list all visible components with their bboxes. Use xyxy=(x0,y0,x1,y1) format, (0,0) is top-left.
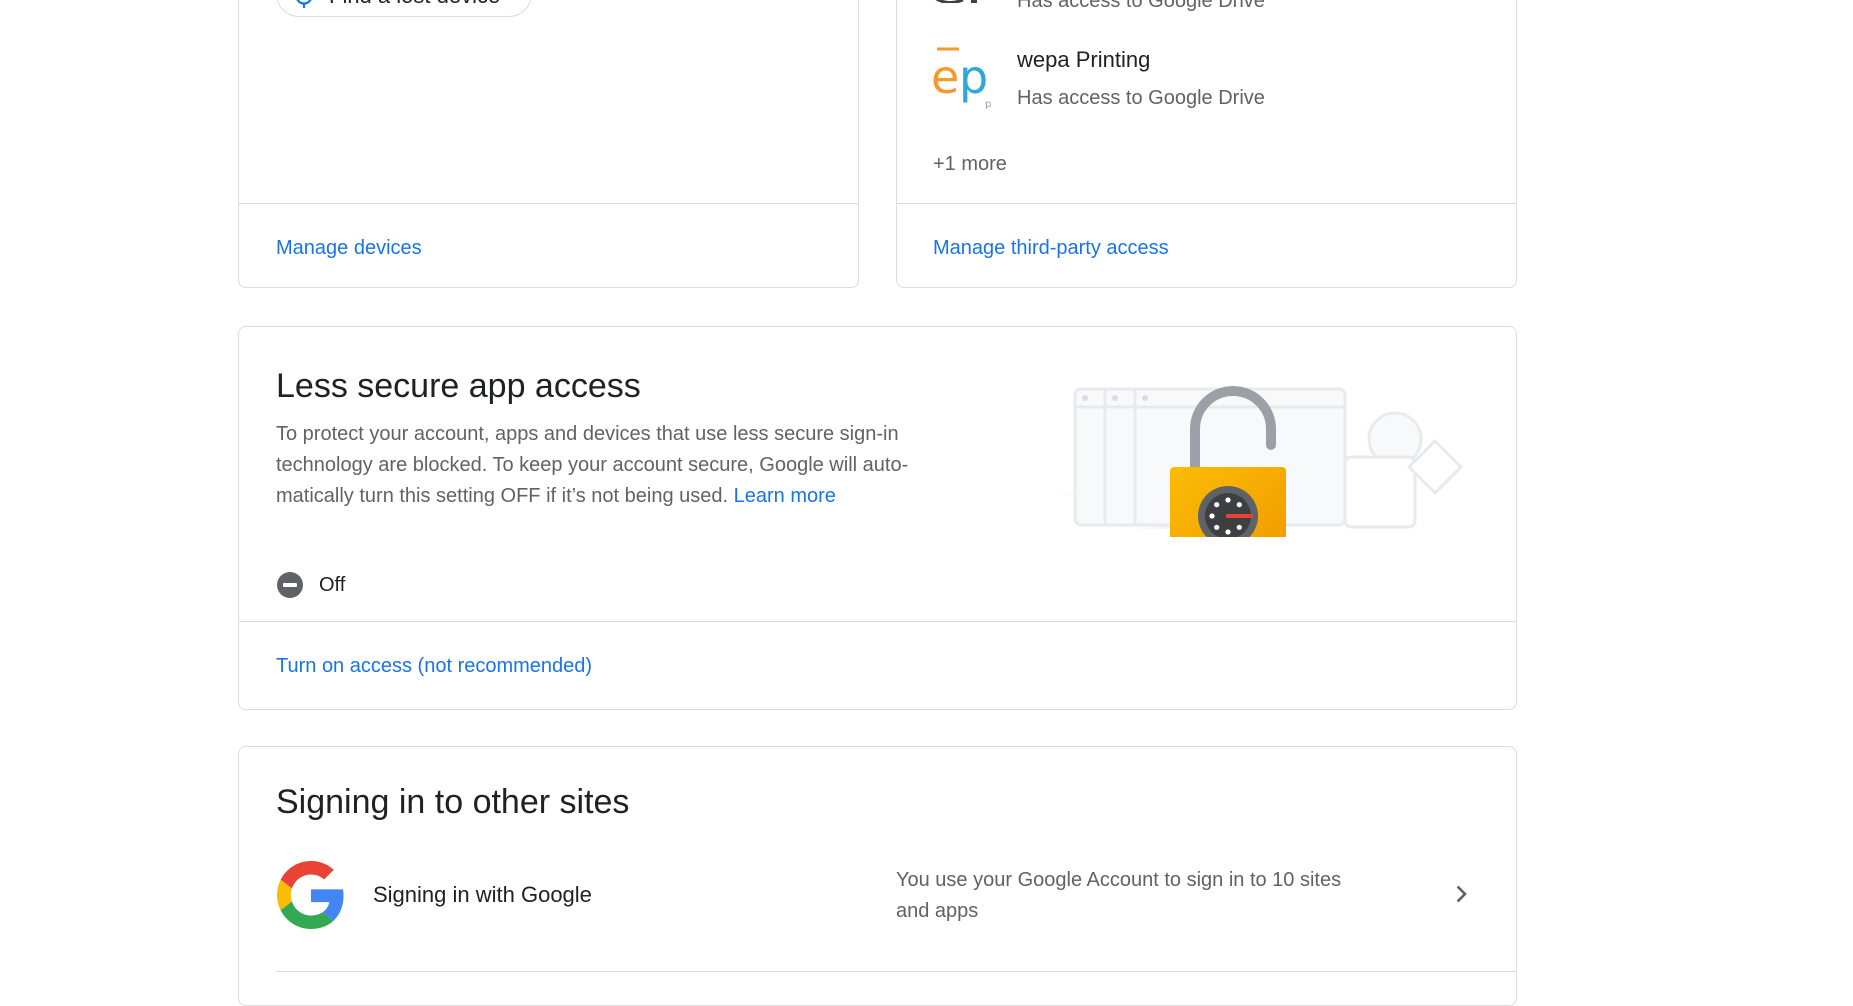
row-description: You use your Google Account to sign in t… xyxy=(896,865,1341,927)
row-description-line: and apps xyxy=(896,900,979,922)
third-party-access-card: Has access to Google Drive e p p wepa Pr… xyxy=(896,0,1517,288)
manage-devices-link[interactable]: Manage devices xyxy=(276,237,422,260)
google-g-icon xyxy=(277,861,345,929)
find-lost-device-chip[interactable]: Find a lost device xyxy=(276,0,532,17)
card-title: Signing in to other sites xyxy=(276,783,630,821)
learn-more-link[interactable]: Learn more xyxy=(734,485,836,507)
description-line: matically turn this setting OFF if it’s … xyxy=(276,485,729,507)
description-line: To protect your account, apps and device… xyxy=(276,423,899,445)
row-label: Signing in with Google xyxy=(373,882,592,907)
svg-text:p: p xyxy=(985,99,991,109)
third-party-card-divider xyxy=(897,203,1516,204)
app-logo-partial xyxy=(933,0,985,3)
less-secure-app-access-card: Less secure app access To protect your a… xyxy=(238,326,1517,710)
card-title: Less secure app access xyxy=(276,367,641,405)
devices-card-divider xyxy=(239,203,858,204)
app-access-text: Has access to Google Drive xyxy=(1017,0,1265,12)
more-apps-label: +1 more xyxy=(933,153,1007,175)
turn-on-access-link[interactable]: Turn on access (not recommended) xyxy=(276,655,592,678)
description-line: technology are blocked. To keep your acc… xyxy=(276,454,909,476)
minus-circle-icon xyxy=(276,571,304,599)
card-description: To protect your account, apps and device… xyxy=(276,419,996,512)
status-label: Off xyxy=(319,574,346,596)
signing-in-with-google-row[interactable]: Signing in with Google You use your Goog… xyxy=(239,847,1516,941)
wepa-logo: e p p xyxy=(931,43,991,109)
chevron-right-icon xyxy=(1449,882,1473,906)
row-divider xyxy=(276,971,1516,972)
devices-card: Find a lost device Manage devices xyxy=(238,0,859,288)
signing-in-other-sites-card: Signing in to other sites Signing in wit… xyxy=(238,746,1517,1006)
row-description-line: You use your Google Account to sign in t… xyxy=(896,869,1342,891)
crosshair-icon xyxy=(291,0,317,9)
description-line-last: matically turn this setting OFF if it’s … xyxy=(276,481,996,512)
svg-text:p: p xyxy=(959,50,988,104)
app-access-text: Has access to Google Drive xyxy=(1017,87,1265,109)
svg-text:e: e xyxy=(931,50,959,104)
app-name: wepa Printing xyxy=(1017,47,1151,72)
lock-illustration xyxy=(1029,357,1469,567)
less-secure-card-divider xyxy=(239,621,1516,622)
find-lost-device-label: Find a lost device xyxy=(329,0,500,9)
manage-third-party-access-link[interactable]: Manage third-party access xyxy=(933,237,1169,260)
